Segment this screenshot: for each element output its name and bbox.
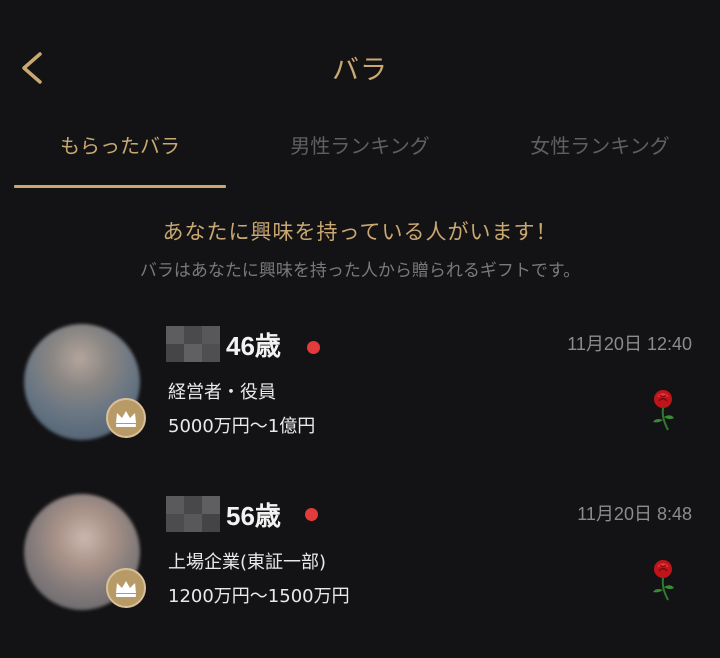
rose-list-item[interactable]: 56歳 11月20日 8:48 上場企業(東証一部) 1200万円〜1500万円 — [0, 494, 720, 644]
timestamp: 11月20日 8:48 — [577, 504, 692, 524]
header-bar: バラ — [0, 0, 720, 110]
rose-icon — [653, 390, 674, 431]
crown-icon — [116, 581, 136, 597]
tab-bar: もらったバラ 男性ランキング 女性ランキング — [0, 118, 720, 188]
page-title: バラ — [332, 55, 388, 86]
rose-list-item[interactable]: 46歳 11月20日 12:40 経営者・役員 5000万円〜1億円 — [0, 324, 720, 474]
crown-badge — [106, 398, 146, 438]
online-status-dot — [305, 508, 318, 521]
intro-subtext: バラはあなたに興味を持った人から贈られるギフトです。 — [139, 261, 581, 281]
name-mosaic — [166, 326, 220, 362]
income-label: 5000万円〜1億円 — [168, 416, 316, 437]
avatar[interactable] — [24, 324, 146, 444]
occupation-label: 上場企業(東証一部) — [168, 552, 327, 573]
occupation-label: 経営者・役員 — [168, 382, 276, 403]
crown-badge — [106, 568, 146, 608]
crown-icon — [116, 411, 136, 427]
avatar[interactable] — [24, 494, 146, 614]
rose-icon — [653, 560, 674, 601]
active-tab-indicator — [14, 185, 226, 188]
name-mosaic — [166, 496, 220, 532]
age-label: 56歳 — [226, 501, 281, 531]
timestamp: 11月20日 12:40 — [567, 334, 692, 354]
tab-female-ranking[interactable]: 女性ランキング — [490, 118, 710, 188]
tab-male-ranking[interactable]: 男性ランキング — [250, 118, 470, 188]
intro-headline: あなたに興味を持っている人がいます！ — [162, 220, 558, 244]
income-label: 1200万円〜1500万円 — [168, 586, 350, 607]
online-status-dot — [307, 341, 320, 354]
tab-received-roses[interactable]: もらったバラ — [14, 118, 226, 188]
age-label: 46歳 — [226, 331, 281, 361]
